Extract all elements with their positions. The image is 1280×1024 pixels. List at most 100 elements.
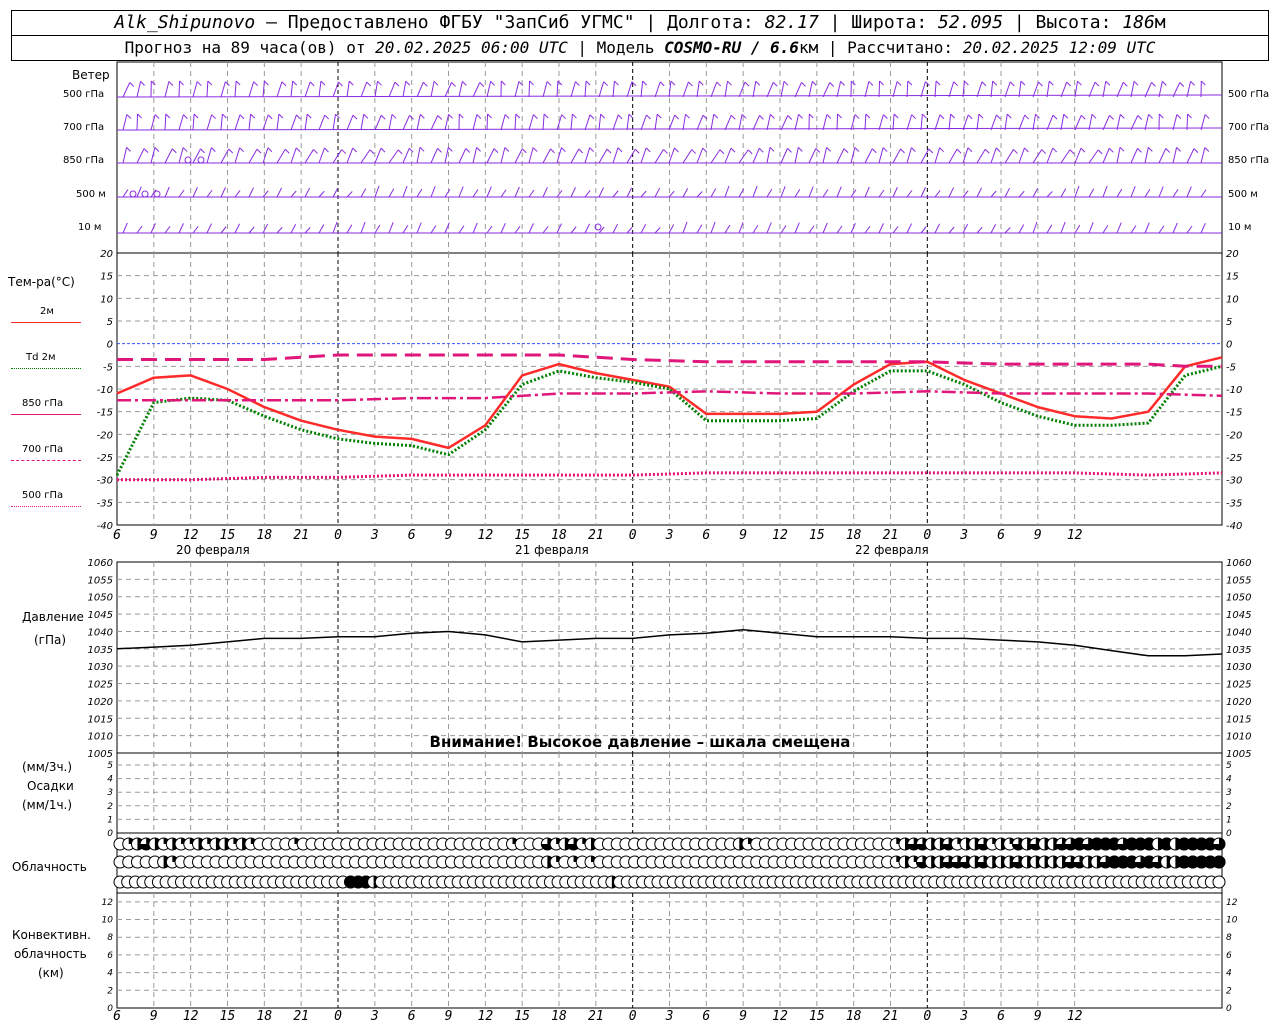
wind-barb-flag <box>634 148 640 154</box>
wind-barb <box>234 223 241 234</box>
wind-barb <box>514 113 517 131</box>
wind-barb <box>304 114 308 131</box>
wind-barb-flag <box>1148 114 1153 119</box>
wind-barb <box>388 81 396 98</box>
wind-barb <box>290 147 297 164</box>
hour-tick-label: 9 <box>739 528 747 543</box>
wind-barb-flag <box>363 113 369 119</box>
temp-ytick-label-right: -10 <box>1226 385 1242 396</box>
temp-ytick-label-right: -40 <box>1226 521 1242 532</box>
wind-barb-flag <box>797 146 803 152</box>
wind-barb-flag <box>1165 148 1171 153</box>
wind-barb <box>304 149 314 164</box>
wind-barb <box>780 225 787 234</box>
wind-barb-flag <box>476 147 481 152</box>
wind-barb <box>976 149 986 164</box>
wind-barb <box>388 149 399 164</box>
wind-barb-flag <box>685 113 690 119</box>
wind-barb <box>584 114 591 131</box>
pressure-ytick-label: 1030 <box>88 662 113 673</box>
wind-barb-flag <box>504 147 510 152</box>
wind-calm-marker <box>153 190 161 198</box>
hour-tick-label: 6 <box>113 528 121 543</box>
wind-barb <box>1172 147 1178 164</box>
wind-barb <box>150 114 156 131</box>
wind-barb <box>976 81 983 98</box>
wind-barb <box>640 81 644 98</box>
wind-barb-flag <box>893 113 899 119</box>
wind-barb <box>514 186 520 198</box>
wind-barb-flag <box>656 113 662 119</box>
wind-barb-flag <box>1176 114 1182 119</box>
hour-tick-label-bottom: 3 <box>665 1009 674 1024</box>
wind-barb-flag <box>422 81 428 87</box>
wind-barb <box>304 187 311 198</box>
date-label-21: 21 февраля <box>515 543 589 557</box>
wind-barb-flag <box>716 81 722 87</box>
hour-tick-label-bottom: 6 <box>113 1009 121 1024</box>
hour-tick-label: 6 <box>997 528 1005 543</box>
wind-barb <box>1074 224 1081 234</box>
wind-barb-flag <box>688 81 693 87</box>
wind-barb-flag <box>815 148 821 153</box>
wind-barb <box>976 114 980 131</box>
wind-barb-flag <box>589 147 595 153</box>
wind-barb-flag <box>267 114 273 120</box>
wind-barb-flag <box>550 148 555 154</box>
wind-barb <box>528 80 531 98</box>
wind-barb-flag <box>826 147 831 152</box>
wind-barb <box>514 81 520 98</box>
legend-500-line <box>11 506 81 507</box>
wind-barb <box>514 148 523 164</box>
wind-barb-flag <box>935 80 941 86</box>
conv-ytick-label: 2 <box>107 986 113 996</box>
wind-barb <box>500 222 506 234</box>
wind-barb <box>472 189 479 198</box>
wind-barb <box>402 224 409 234</box>
wind-barb <box>710 81 718 98</box>
wind-barb-flag <box>561 147 566 152</box>
wind-barb <box>528 114 534 131</box>
hour-tick-label-bottom: 6 <box>997 1009 1005 1024</box>
wind-barb-flag <box>182 147 188 152</box>
wind-barb-flag <box>939 114 945 120</box>
wind-barb-flag <box>911 114 917 120</box>
wind-barb <box>920 187 926 198</box>
pressure-ytick-label: 1050 <box>88 593 113 604</box>
wind-barb <box>1144 147 1149 164</box>
wind-barb <box>584 147 591 164</box>
wind-barb-flag <box>222 113 227 119</box>
wind-barb <box>178 147 184 164</box>
wind-barb <box>136 148 145 164</box>
wind-barb <box>640 224 647 234</box>
wind-barb-flag <box>391 113 397 119</box>
legend-td2m-line <box>11 368 81 369</box>
wind-barb <box>360 188 367 198</box>
wind-barb <box>752 81 757 98</box>
wind-barb-flag <box>126 114 132 119</box>
wind-barb-flag <box>338 81 343 87</box>
wind-barb <box>752 148 760 164</box>
wind-barb-flag <box>882 147 888 152</box>
wind-barb-flag <box>883 114 888 119</box>
wind-barb-flag <box>207 80 213 86</box>
wind-barb-flag <box>165 113 171 119</box>
wind-barb-flag <box>129 82 135 87</box>
wind-barb-flag <box>896 81 902 86</box>
wind-barb <box>920 226 927 234</box>
wind-barb <box>836 81 842 98</box>
wind-barb <box>444 147 449 164</box>
wind-barb-flag <box>543 113 549 119</box>
temp-ytick-label-right: 20 <box>1226 249 1239 260</box>
wind-barb <box>738 114 743 131</box>
temp-ytick-label: -35 <box>97 498 113 509</box>
wind-barb <box>220 81 226 98</box>
wind-barb <box>584 190 591 198</box>
temp-ytick-label-right: -15 <box>1226 408 1242 419</box>
wind-barb <box>892 226 899 234</box>
wind-barb <box>500 114 506 131</box>
wind-barb <box>304 81 311 98</box>
wind-barb <box>430 186 436 198</box>
wind-barb <box>346 81 350 98</box>
wind-barb-flag <box>992 80 998 86</box>
